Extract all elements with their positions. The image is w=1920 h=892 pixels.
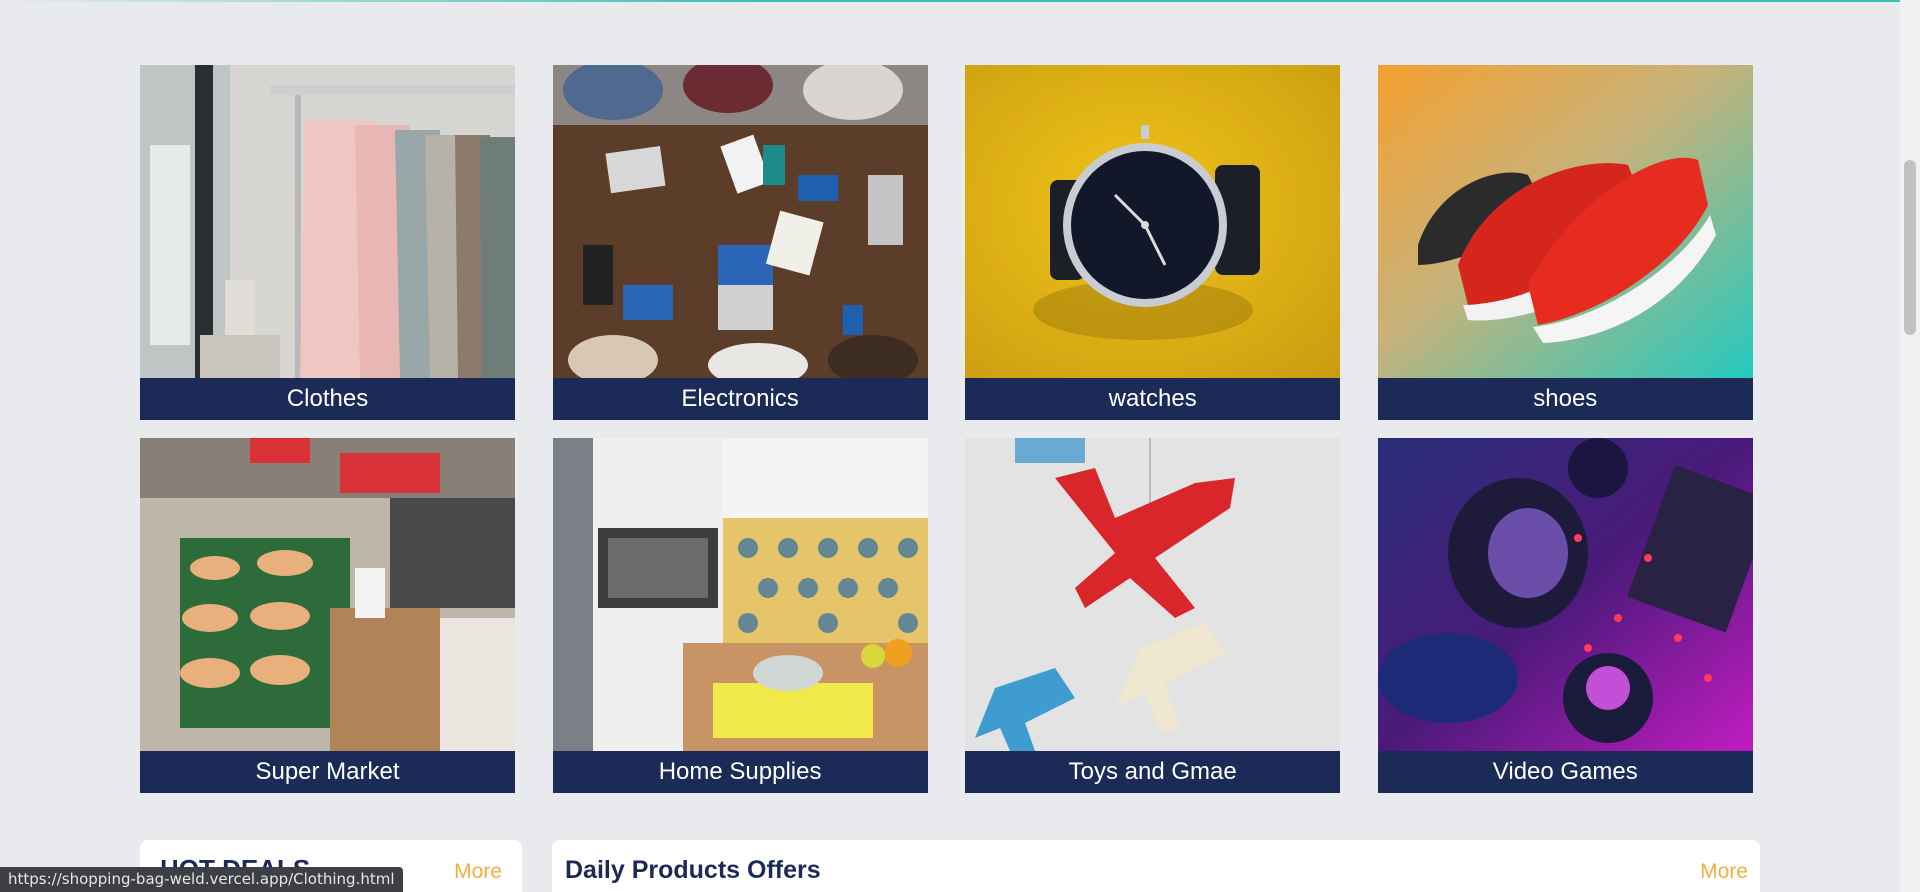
category-label: shoes — [1377, 378, 1753, 420]
wristwatch-image — [965, 65, 1341, 378]
daily-offers-panel: Daily Products Offers More — [552, 840, 1760, 892]
gaming-gear-image — [1377, 438, 1753, 751]
category-card-clothes[interactable]: Clothes — [140, 65, 515, 420]
category-label: Super Market — [140, 751, 515, 793]
category-label: Clothes — [140, 378, 515, 420]
daily-offers-title: Daily Products Offers — [565, 856, 821, 884]
category-label: Electronics — [552, 378, 928, 420]
toy-planes-image — [965, 438, 1341, 751]
category-label: Video Games — [1377, 751, 1753, 793]
category-label: Toys and Gmae — [965, 751, 1341, 793]
kitchen-image — [552, 438, 928, 751]
hot-deals-more-link[interactable]: More — [454, 860, 502, 884]
supermarket-image — [140, 438, 515, 751]
page-scrollbar[interactable] — [1900, 0, 1920, 892]
clothes-rack-image — [140, 65, 515, 378]
link-status-bar: https://shopping-bag-weld.vercel.app/Clo… — [0, 867, 403, 892]
category-card-toys-and-games[interactable]: Toys and Gmae — [965, 438, 1341, 793]
category-label: Home Supplies — [552, 751, 928, 793]
category-card-super-market[interactable]: Super Market — [140, 438, 515, 793]
sneakers-image — [1377, 65, 1753, 378]
scrollbar-thumb[interactable] — [1904, 160, 1916, 335]
category-grid: Clothes Electronics watches shoes Super … — [140, 65, 1753, 793]
category-label: watches — [965, 378, 1341, 420]
category-card-home-supplies[interactable]: Home Supplies — [552, 438, 928, 793]
category-card-shoes[interactable]: shoes — [1377, 65, 1753, 420]
category-card-electronics[interactable]: Electronics — [552, 65, 928, 420]
daily-offers-more-link[interactable]: More — [1700, 860, 1748, 884]
category-card-watches[interactable]: watches — [965, 65, 1341, 420]
category-card-video-games[interactable]: Video Games — [1377, 438, 1753, 793]
top-accent-line — [0, 0, 1900, 2]
electronics-table-image — [552, 65, 928, 378]
